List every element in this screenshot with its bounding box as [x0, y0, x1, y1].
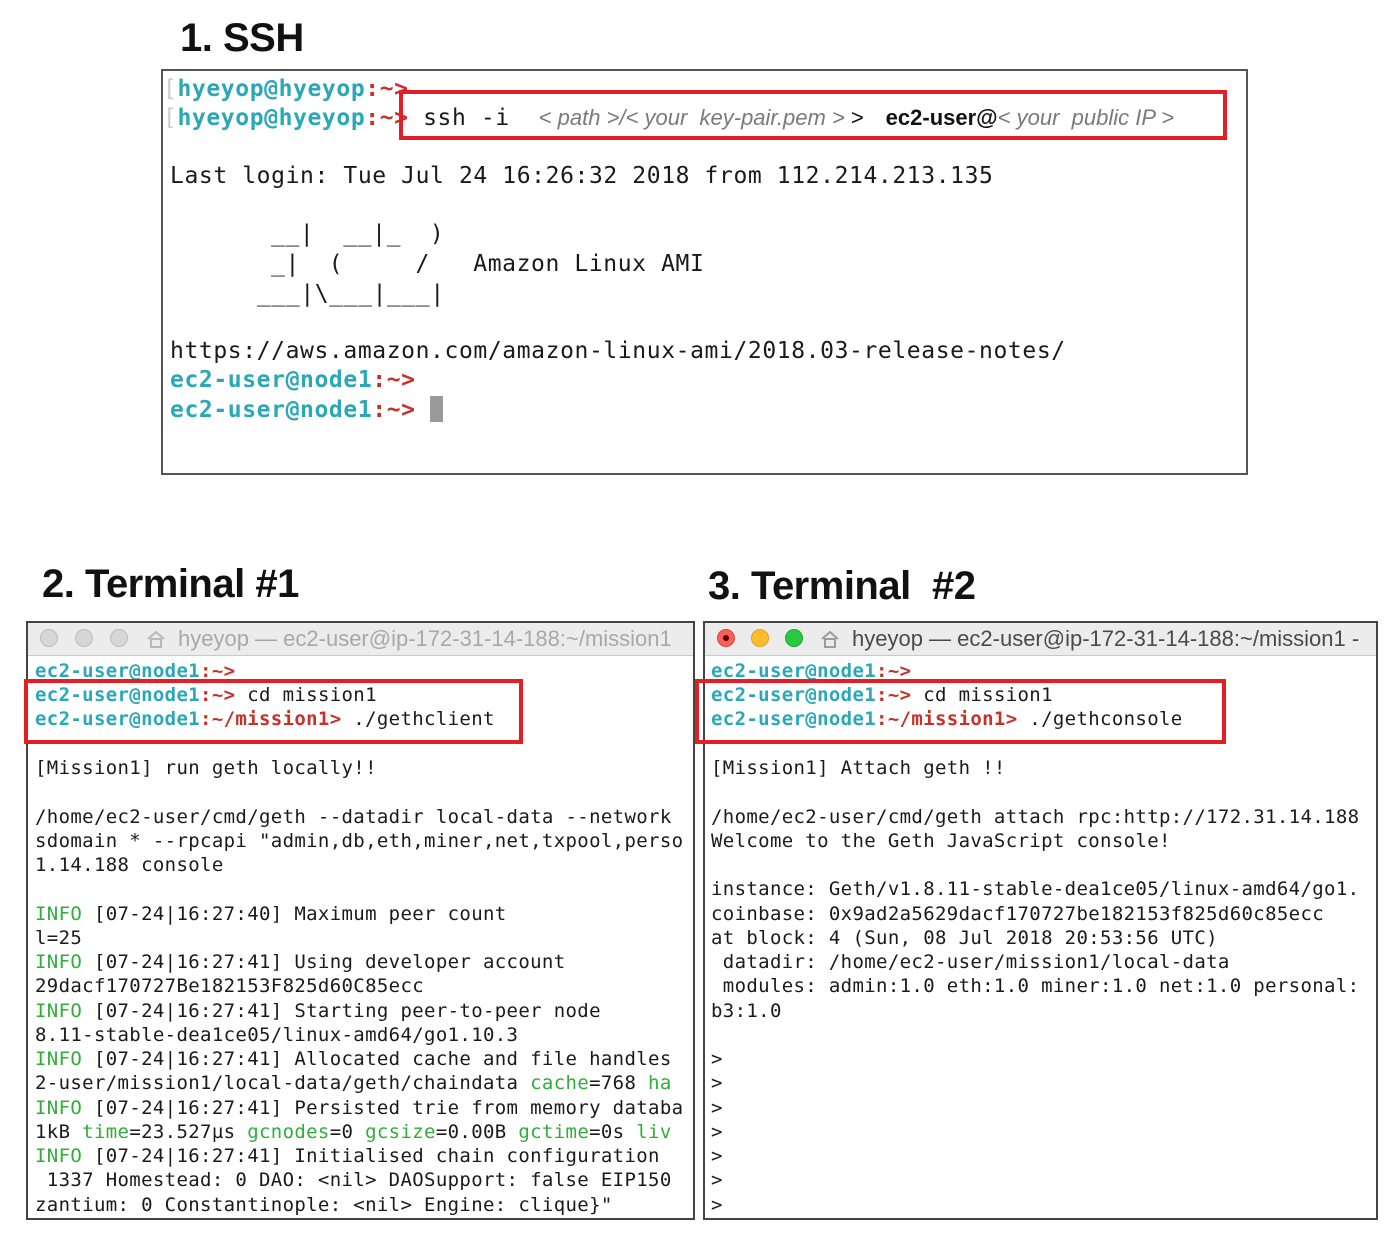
log-key: gcsize	[365, 1121, 436, 1143]
log-key: ha	[648, 1072, 672, 1094]
log-key: gcnodes	[247, 1121, 330, 1143]
title-bar[interactable]: hyeyop — ec2-user@ip-172-31-14-188:~/mis…	[705, 623, 1376, 656]
log-text: [07-24|16:27:41] Starting peer-to-peer n…	[82, 1000, 601, 1022]
mission-message: [Mission1] run geth locally!!	[35, 757, 377, 779]
close-icon	[723, 635, 729, 641]
release-notes-url: https://aws.amazon.com/amazon-linux-ami/…	[170, 338, 1066, 364]
instance-info: instance: Geth/v1.8.11-stable-dea1ce05/l…	[711, 878, 1360, 900]
prompt-user: ec2-user@node1	[170, 367, 373, 393]
prompt-user: ec2-user@node1	[170, 397, 373, 423]
minimize-window-button[interactable]	[751, 629, 769, 647]
ec2-active-prompt-line: ec2-user@node1:~>	[170, 396, 444, 423]
log-line: INFO [07-24|16:27:41] Starting peer-to-p…	[35, 1000, 601, 1022]
prompt-user: hyeyop@hyeyop	[177, 76, 366, 102]
welcome-message: Welcome to the Geth JavaScript console!	[711, 830, 1171, 852]
log-value: =0s	[589, 1121, 637, 1143]
log-text: [07-24|16:27:40] Maximum peer count	[82, 903, 507, 925]
left-edge-mark: [	[163, 76, 178, 102]
console-prompt: >	[711, 1121, 723, 1143]
coinbase-info: coinbase: 0x9ad2a5629dacf170727be182153f…	[711, 903, 1325, 925]
ec2-prompt-line: ec2-user@node1:~>	[170, 367, 416, 393]
log-line: INFO [07-24|16:27:41] Using developer ac…	[35, 951, 566, 973]
attach-command: /home/ec2-user/cmd/geth attach rpc:http:…	[711, 806, 1360, 828]
log-level: INFO	[35, 903, 83, 925]
ssh-command-highlight	[399, 90, 1227, 140]
log-value: =0.00B	[435, 1121, 519, 1143]
modules-info: modules: admin:1.0 eth:1.0 miner:1.0 net…	[711, 975, 1360, 997]
ascii-art-line-2: _| ( / Amazon Linux AMI	[271, 251, 705, 277]
zoom-window-button[interactable]	[110, 629, 128, 647]
log-line: zantium: 0 Constantinople: <nil> Engine:…	[35, 1194, 613, 1216]
ascii-art-line-3: ___|\___|___|	[257, 281, 445, 307]
log-text: [07-24|16:27:41] Allocated cache and fil…	[82, 1048, 672, 1070]
log-line: 29dacf170727Be182153F825d60C85ecc	[35, 975, 425, 997]
log-key: gctime	[518, 1121, 590, 1143]
log-value: =0	[329, 1121, 366, 1143]
ascii-art-line-1: __| __|_ )	[271, 221, 445, 247]
title-bar[interactable]: hyeyop — ec2-user@ip-172-31-14-188:~/mis…	[28, 623, 693, 656]
log-line: INFO [07-24|16:27:41] Allocated cache an…	[35, 1048, 672, 1070]
log-line: INFO [07-24|16:27:41] Initialised chain …	[35, 1145, 660, 1167]
prompt-sep: :~>	[372, 397, 416, 423]
log-line: 8.11-stable-dea1ce05/linux-amd64/go1.10.…	[35, 1024, 519, 1046]
console-prompt: >	[711, 1194, 723, 1216]
log-level: INFO	[35, 1048, 83, 1070]
log-line: 2-user/mission1/local-data/geth/chaindat…	[35, 1072, 672, 1094]
window-title: hyeyop — ec2-user@ip-172-31-14-188:~/mis…	[178, 626, 672, 651]
terminal-2-command-highlight	[695, 679, 1226, 744]
left-edge-mark: [	[163, 105, 178, 131]
log-text: [07-24|16:27:41] Using developer account	[82, 951, 566, 973]
log-text: 2-user/mission1/local-data/geth/chaindat…	[35, 1072, 531, 1094]
console-prompt: >	[711, 1048, 723, 1070]
console-prompt: >	[711, 1169, 723, 1191]
console-prompt: >	[711, 1145, 723, 1167]
datadir-info: datadir: /home/ec2-user/mission1/local-d…	[711, 951, 1230, 973]
log-line: INFO [07-24|16:27:40] Maximum peer count	[35, 903, 507, 925]
log-line: l=25	[35, 927, 83, 949]
console-prompt: >	[711, 1072, 723, 1094]
log-level: INFO	[35, 1000, 83, 1022]
log-value: =768	[589, 1072, 649, 1094]
log-key: cache	[530, 1072, 590, 1094]
log-value: =23.527µs	[129, 1121, 248, 1143]
terminal-1-command-highlight	[24, 679, 523, 744]
log-key: liv	[636, 1121, 672, 1143]
minimize-window-button[interactable]	[75, 629, 93, 647]
zoom-window-button[interactable]	[785, 629, 803, 647]
log-line: 1kB time=23.527µs gcnodes=0 gcsize=0.00B…	[35, 1121, 672, 1143]
prompt-sep: :~>	[372, 367, 416, 393]
prompt-user: hyeyop@hyeyop	[177, 105, 366, 131]
block-info: at block: 4 (Sun, 08 Jul 2018 20:53:56 U…	[711, 927, 1218, 949]
home-icon	[147, 630, 165, 648]
log-level: INFO	[35, 951, 83, 973]
log-line: 1337 Homestead: 0 DAO: <nil> DAOSupport:…	[35, 1169, 672, 1191]
geth-command-line-3: 1.14.188 console	[35, 854, 224, 876]
log-text: [07-24|16:27:41] Initialised chain confi…	[82, 1145, 660, 1167]
last-login-line: Last login: Tue Jul 24 16:26:32 2018 fro…	[170, 163, 994, 189]
geth-command-line-2: sdomain * --rpcapi "admin,db,eth,miner,n…	[35, 830, 684, 852]
geth-command-line-1: /home/ec2-user/cmd/geth --datadir local-…	[35, 806, 672, 828]
home-icon	[821, 630, 839, 648]
log-level: INFO	[35, 1097, 83, 1119]
close-window-button[interactable]	[40, 629, 58, 647]
ssh-prompt-line: [hyeyop@hyeyop:~>	[163, 76, 409, 102]
log-key: time	[82, 1121, 130, 1143]
window-title: hyeyop — ec2-user@ip-172-31-14-188:~/mis…	[852, 626, 1360, 651]
log-text: 1kB	[35, 1121, 83, 1143]
section-title-terminal-1: 2. Terminal #1	[42, 562, 299, 606]
log-line: INFO [07-24|16:27:41] Persisted trie fro…	[35, 1097, 683, 1119]
section-title-terminal-2: 3. Terminal #2	[708, 564, 976, 608]
section-title-ssh: 1. SSH	[180, 16, 304, 60]
text-cursor	[430, 396, 444, 422]
log-level: INFO	[35, 1145, 83, 1167]
modules-info-cont: b3:1.0	[711, 1000, 782, 1022]
close-window-button[interactable]	[717, 629, 735, 647]
log-text: [07-24|16:27:41] Persisted trie from mem…	[82, 1097, 684, 1119]
mission-message: [Mission1] Attach geth !!	[711, 757, 1006, 779]
console-prompt: >	[711, 1097, 723, 1119]
